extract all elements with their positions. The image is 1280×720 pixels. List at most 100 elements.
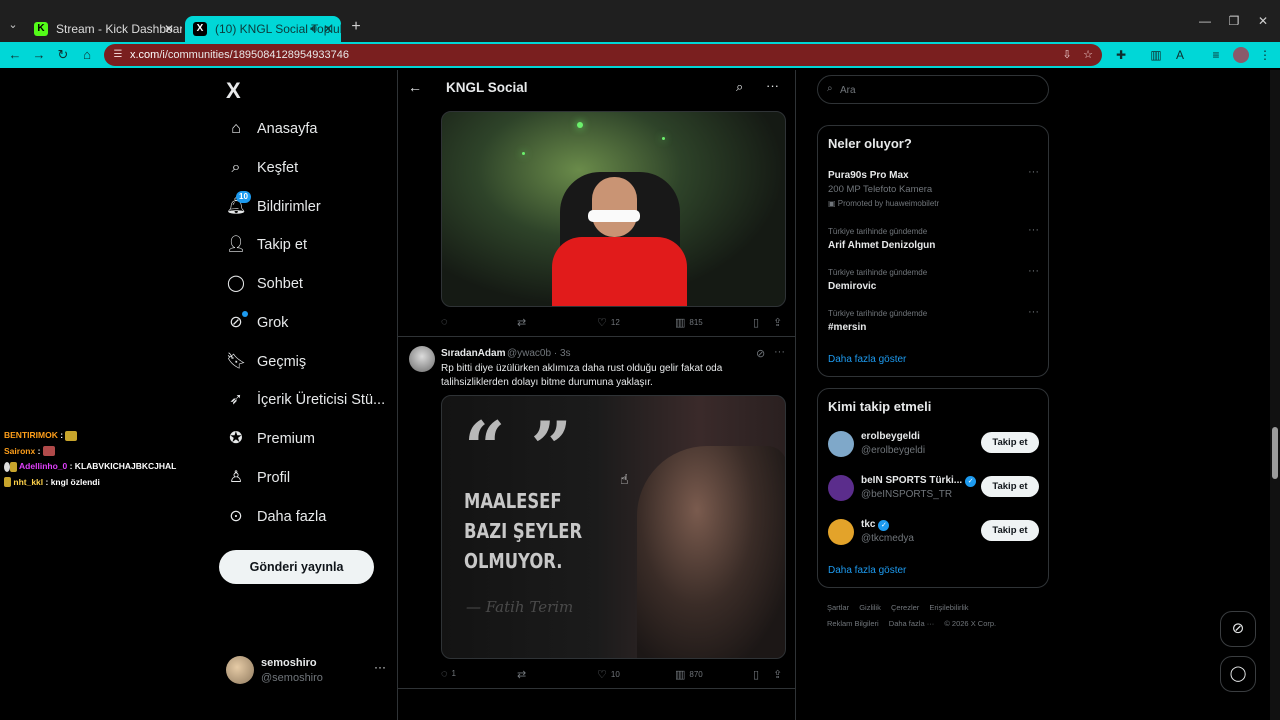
bookmark-button[interactable]: ▯ bbox=[753, 668, 763, 681]
back-arrow-icon[interactable]: ← bbox=[408, 79, 422, 95]
retweet-button[interactable]: ⇄ bbox=[517, 316, 530, 329]
tweet-image[interactable]: “ ” MAALESEF BAZI ŞEYLER OLMUYOR. — Fati… bbox=[441, 395, 786, 659]
bookmark-button[interactable]: ▯ bbox=[753, 316, 763, 329]
views-button[interactable]: ▥ 870 bbox=[675, 668, 703, 681]
suggestion-name[interactable]: tkc ✓ bbox=[861, 519, 890, 531]
restore-icon[interactable]: ❐ bbox=[1224, 14, 1244, 28]
site-info-icon[interactable]: ☰ bbox=[110, 47, 126, 63]
account-switcher[interactable]: semoshiro @semoshiro ··· bbox=[226, 654, 392, 688]
reply-button[interactable]: ◌ 1 bbox=[441, 668, 456, 680]
follow-suggestion[interactable]: tkc ✓ @tkcmedya Takip et bbox=[828, 517, 1043, 551]
footer-link[interactable]: Çerezler bbox=[891, 603, 919, 612]
nav-label: Bildirimler bbox=[257, 199, 321, 215]
nav-item-chat[interactable]: ◯ Sohbet bbox=[226, 269, 396, 299]
footer-link[interactable]: Şartlar bbox=[827, 603, 849, 612]
nav-item-notifications[interactable]: 🔔︎ 10 Bildirimler bbox=[226, 191, 396, 222]
close-window-icon[interactable]: ✕ bbox=[1253, 14, 1273, 28]
bookmark-star-icon[interactable]: ☆ bbox=[1080, 47, 1096, 63]
more-icon[interactable]: ··· bbox=[766, 78, 779, 93]
share-button[interactable]: ⇪ bbox=[773, 668, 786, 681]
suggestion-name[interactable]: erolbeygeldi bbox=[861, 431, 920, 442]
reload-icon[interactable]: ↻ bbox=[54, 46, 72, 64]
reply-button[interactable]: ◌ bbox=[441, 316, 452, 328]
footer-link[interactable]: Daha fazla ··· bbox=[889, 619, 934, 628]
search-input[interactable] bbox=[840, 80, 1040, 100]
nav-item-creator-studio[interactable]: ➶ İçerik Üreticisi Stü... bbox=[226, 385, 396, 415]
install-app-icon[interactable]: ⇩ bbox=[1059, 47, 1075, 63]
follow-suggestion[interactable]: erolbeygeldi @erolbeygeldi Takip et bbox=[828, 429, 1043, 463]
minimize-icon[interactable]: — bbox=[1195, 14, 1215, 28]
trend-item[interactable]: Türkiye tarihinde gündemde #mersin ··· bbox=[828, 306, 1043, 335]
audio-playing-icon[interactable]: 🔊︎ bbox=[310, 16, 317, 42]
footer-link[interactable]: Reklam Bilgileri bbox=[827, 619, 879, 628]
profile-avatar[interactable] bbox=[1233, 47, 1249, 63]
retweet-button[interactable]: ⇄ bbox=[517, 668, 530, 681]
avatar[interactable] bbox=[409, 346, 435, 372]
more-icon[interactable]: ··· bbox=[1028, 265, 1039, 277]
post-button[interactable]: Gönderi yayınla bbox=[219, 550, 374, 584]
author-handle[interactable]: @ywac0b · 3s bbox=[507, 348, 571, 359]
show-more-link[interactable]: Daha fazla göster bbox=[828, 565, 906, 576]
follow-button[interactable]: Takip et bbox=[981, 476, 1039, 497]
tweet-video[interactable] bbox=[441, 111, 786, 307]
more-icon[interactable]: ··· bbox=[774, 346, 785, 358]
more-icon[interactable]: ··· bbox=[1028, 306, 1039, 318]
right-sidebar: ⌕ Neler oluyor? Pura90s Pro Max 200 MP T… bbox=[817, 70, 1050, 720]
translate-extension-icon[interactable]: A bbox=[1172, 47, 1188, 63]
author-name[interactable]: SıradanAdam bbox=[441, 348, 505, 359]
nav-item-home[interactable]: ⌂ Anasayfa bbox=[226, 114, 396, 144]
share-button[interactable]: ⇪ bbox=[773, 316, 786, 329]
search-icon[interactable]: ⌕ bbox=[736, 79, 743, 95]
more-icon[interactable]: ··· bbox=[1028, 166, 1039, 178]
like-button[interactable]: ♡ 10 bbox=[597, 668, 620, 681]
close-tab-icon[interactable]: ✕ bbox=[164, 16, 174, 42]
follow-button[interactable]: Takip et bbox=[981, 432, 1039, 453]
follow-button[interactable]: Takip et bbox=[981, 520, 1039, 541]
footer-link[interactable]: Erişilebilirlik bbox=[929, 603, 968, 612]
trends-card: Neler oluyor? Pura90s Pro Max 200 MP Tel… bbox=[817, 125, 1049, 377]
chat-message: Adellinho_0 : KLABVKICHAJBKCJHAL bbox=[4, 459, 176, 475]
url-text[interactable]: x.com/i/communities/1895084128954933746 bbox=[130, 44, 349, 66]
more-icon[interactable]: ··· bbox=[1028, 224, 1039, 236]
search-box[interactable]: ⌕ bbox=[817, 75, 1049, 104]
address-bar[interactable]: ☰ x.com/i/communities/189508412895493374… bbox=[104, 44, 1102, 66]
grok-floating-button[interactable]: ⊘ bbox=[1220, 611, 1256, 647]
browser-menu-icon[interactable]: ⋮ bbox=[1257, 47, 1273, 63]
more-icon[interactable]: ··· bbox=[374, 660, 386, 674]
home-icon[interactable]: ⌂ bbox=[78, 46, 96, 64]
avatar[interactable] bbox=[828, 475, 854, 501]
tab-search-chevron-icon[interactable]: ⌄ bbox=[4, 16, 22, 34]
nav-item-follow[interactable]: 👤︎ Takip et bbox=[226, 230, 396, 260]
like-button[interactable]: ♡ 12 bbox=[597, 316, 620, 329]
extensions-icon[interactable]: ✚ bbox=[1113, 47, 1129, 63]
tab-kick-dashboard[interactable]: K Stream - Kick Dashboard ✕ bbox=[26, 16, 182, 42]
avatar[interactable] bbox=[828, 519, 854, 545]
close-tab-icon[interactable]: ✕ bbox=[323, 16, 333, 42]
new-tab-button[interactable]: + bbox=[346, 17, 366, 37]
forward-icon[interactable]: → bbox=[30, 46, 48, 64]
nav-item-explore[interactable]: ⌕ Keşfet bbox=[226, 153, 396, 183]
back-icon[interactable]: ← bbox=[6, 46, 24, 64]
trend-item[interactable]: Türkiye tarihinde gündemde Demirovic ··· bbox=[828, 265, 1043, 294]
x-logo[interactable]: X bbox=[226, 78, 241, 104]
follow-suggestion[interactable]: beIN SPORTS Türki... ✓ @beINSPORTS_TR Tak… bbox=[828, 473, 1043, 507]
nav-item-profile[interactable]: ♙ Profil bbox=[226, 463, 396, 493]
scrollbar-thumb[interactable] bbox=[1272, 427, 1278, 479]
views-button[interactable]: ▥ 815 bbox=[675, 316, 703, 329]
nav-item-grok[interactable]: ⊘ Grok bbox=[226, 308, 396, 338]
grok-explain-icon[interactable]: ⊘ bbox=[756, 347, 765, 360]
trash-extension-icon[interactable]: ▥ bbox=[1148, 47, 1164, 63]
reading-list-icon[interactable]: ≡ bbox=[1208, 47, 1224, 63]
messages-floating-button[interactable]: ◯ bbox=[1220, 656, 1256, 692]
suggestion-name[interactable]: beIN SPORTS Türki... ✓ bbox=[861, 475, 977, 487]
trend-item[interactable]: Pura90s Pro Max 200 MP Telefoto Kamera ▣… bbox=[828, 166, 1043, 211]
tab-kngl-social[interactable]: X (10) KNGL Social Topluluk 🔊︎ ✕ bbox=[185, 16, 341, 42]
scrollbar[interactable] bbox=[1270, 70, 1280, 720]
avatar[interactable] bbox=[828, 431, 854, 457]
footer-link[interactable]: Gizlilik bbox=[859, 603, 881, 612]
show-more-link[interactable]: Daha fazla göster bbox=[828, 354, 906, 365]
nav-item-more[interactable]: ⊙ Daha fazla bbox=[226, 502, 396, 532]
nav-item-premium[interactable]: ✪ Premium bbox=[226, 424, 396, 454]
trend-item[interactable]: Türkiye tarihinde gündemde Arif Ahmet De… bbox=[828, 224, 1043, 253]
nav-item-bookmarks[interactable]: 🔖︎ Geçmiş bbox=[226, 347, 396, 377]
